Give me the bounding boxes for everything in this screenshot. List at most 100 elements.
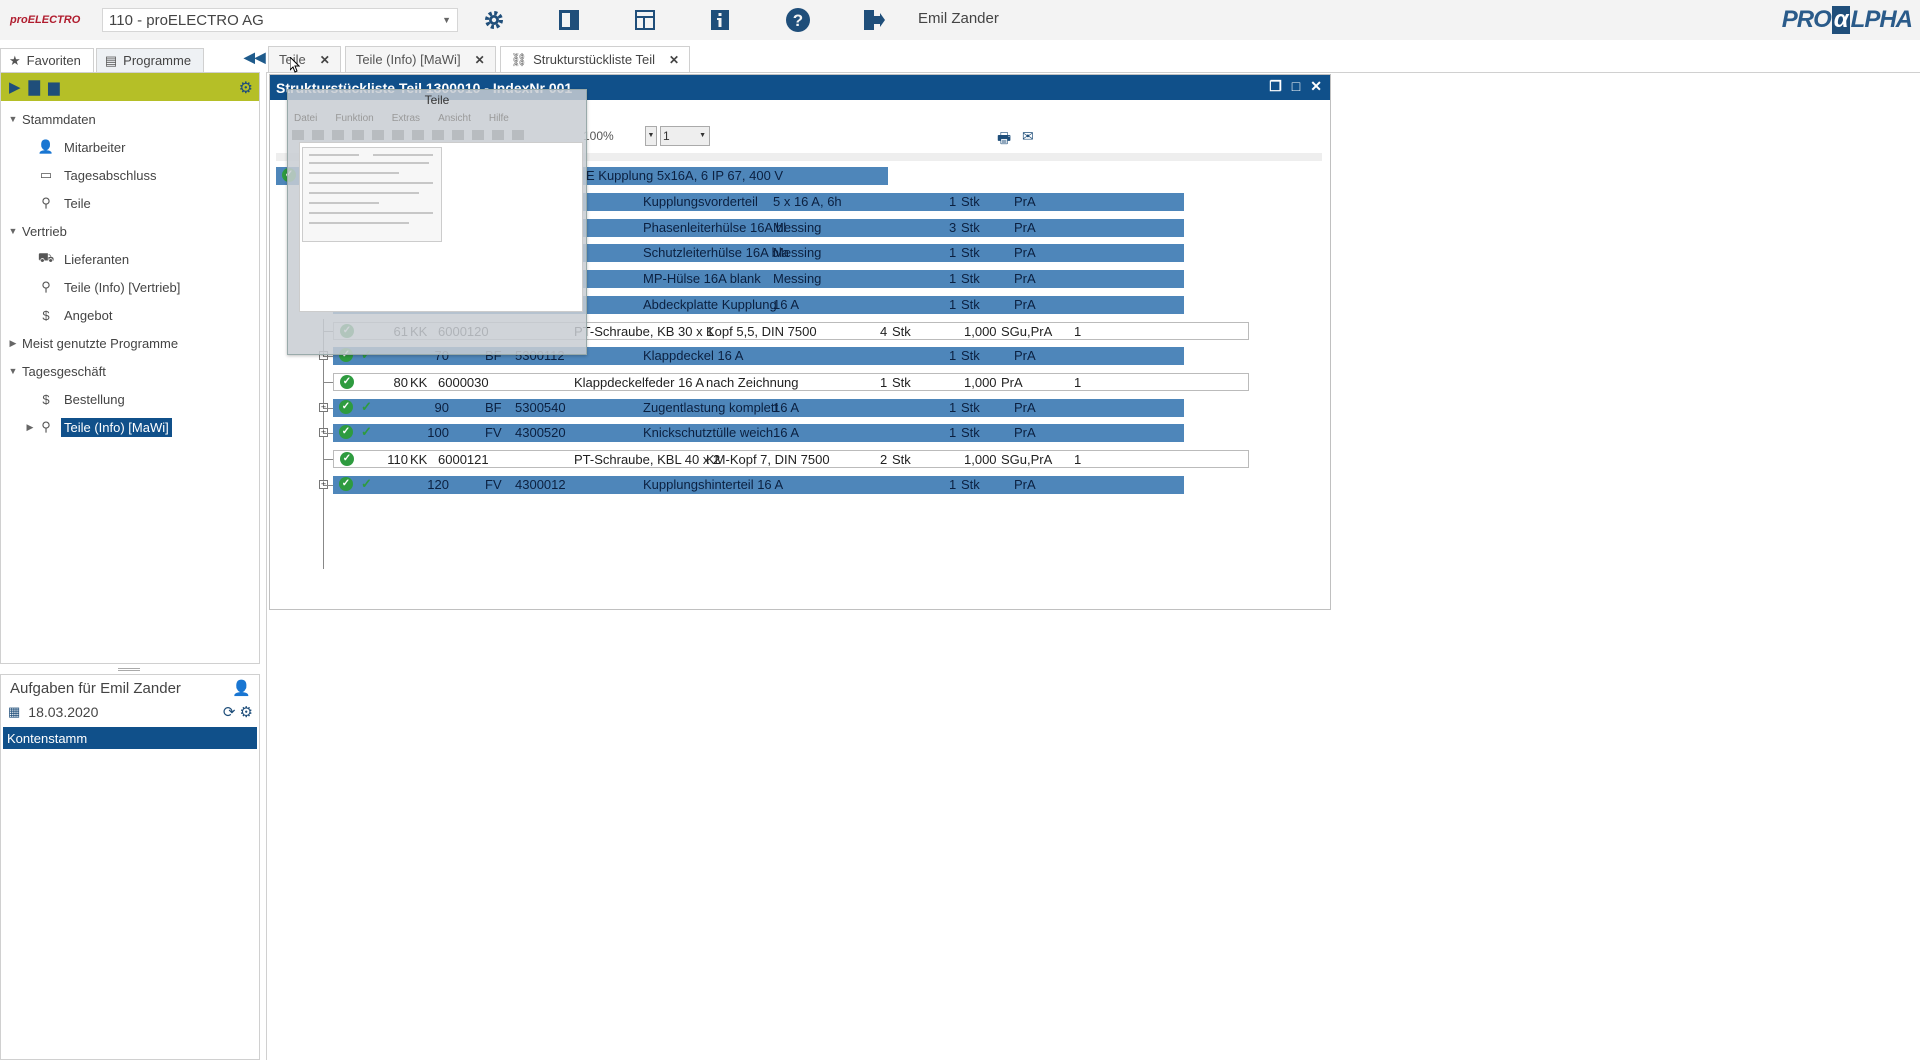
bom-row[interactable]: ✓ 80 KK 6000030 Klappdeckelfeder 16 Anach Ze… <box>333 373 1249 391</box>
user-name: Emil Zander <box>918 10 999 27</box>
bom-cell-nr: 5300540 <box>515 400 566 415</box>
tab-strukturstueckliste[interactable]: ⛓ Strukturstückliste Teil ✕ <box>499 46 691 72</box>
popup-menu-item: Ansicht <box>438 113 471 124</box>
expand-icon[interactable]: ▶ <box>7 338 19 349</box>
tree-item-angebot[interactable]: $ Angebot <box>1 301 259 329</box>
expand-icon[interactable]: ▼ <box>7 226 19 236</box>
calendar-icon[interactable]: ▦ <box>8 704 20 720</box>
tree-group-vertrieb[interactable]: ▼ Vertrieb <box>1 217 259 245</box>
print-icon[interactable]: 🖶 <box>997 128 1011 153</box>
bom-row[interactable]: ✓ ✓ 90 BF 5300540 Zugentlastung komplett 16 A 1… <box>333 399 1184 417</box>
info-icon[interactable] <box>706 6 734 34</box>
company-select-value: 110 - proELECTRO AG <box>109 11 264 29</box>
logout-icon[interactable] <box>859 6 887 34</box>
bom-cell-unit: Stk <box>892 452 911 467</box>
tab-teile-info-mawi[interactable]: Teile (Info) [MaWi] ✕ <box>344 46 496 72</box>
help-icon[interactable]: ? <box>784 6 812 34</box>
popup-title: Teile <box>424 93 450 107</box>
panel-left-icon[interactable] <box>555 6 583 34</box>
tree-group-meist-genutzte[interactable]: ▶ Meist genutzte Programme <box>1 329 259 357</box>
trash-icon[interactable]: ▆ <box>48 78 60 96</box>
tab-programme[interactable]: ▤ Programme <box>95 48 205 72</box>
tab-favoriten[interactable]: ★ Favoriten <box>0 48 94 72</box>
tree-item-teile-info-vertrieb[interactable]: ⚲ Teile (Info) [Vertrieb] <box>1 273 259 301</box>
bom-cell-pos: 110 <box>387 452 408 467</box>
bom-row[interactable]: ✓ 110 KK 6000121 PT-Schraube, KBL 40 x 2 KM-K… <box>333 450 1249 468</box>
close-icon[interactable]: ✕ <box>320 53 330 67</box>
popup-menu-item: Funktion <box>335 113 374 124</box>
tasks-title: Aufgaben für Emil Zander 👤 <box>10 679 251 698</box>
bom-cell-who: PrA <box>1014 245 1036 260</box>
bom-cell-desc: 16 A <box>773 425 800 440</box>
bom-cell-nr: 4300520 <box>515 425 566 440</box>
task-item[interactable]: Kontenstamm <box>3 727 257 749</box>
expand-icon[interactable]: ▶ <box>23 422 37 433</box>
parts-icon: ⚲ <box>41 195 51 210</box>
popup-toolbar <box>292 130 582 142</box>
bom-cell-qty: 1 <box>949 271 957 286</box>
truck-icon: ⛟ <box>37 250 55 265</box>
bom-cell-lvl: 1 <box>1074 324 1082 339</box>
tree-group-tagesgeschaeft[interactable]: ▼ Tagesgeschäft <box>1 357 259 385</box>
collapse-panel-icon[interactable]: ◀◀ <box>244 49 266 66</box>
bom-cell-nr: 4300012 <box>515 477 566 492</box>
taskbar-preview-popup[interactable]: Teile Datei Funktion Extras Ansicht Hilf… <box>287 89 587 355</box>
tree-item-mitarbeiter[interactable]: 👤 Mitarbeiter <box>1 133 259 161</box>
tab-programme-label: Programme <box>123 53 192 68</box>
bom-cell-nr: 6000030 <box>438 375 489 390</box>
status-check-icon: ✓ <box>340 375 354 389</box>
maximize-icon[interactable]: □ <box>1292 78 1300 95</box>
bom-cell-qty: 2 <box>880 452 888 467</box>
panel-splitter[interactable] <box>118 668 140 671</box>
bom-cell-qty: 4 <box>880 324 888 339</box>
new-document-icon[interactable]: ▇ <box>29 78 41 96</box>
bom-cell-desc: 5 x 16 A, 6h <box>773 194 842 209</box>
tree-connector <box>324 382 333 383</box>
bom-row[interactable]: ✓ ✓ 100 FV 4300520 Knickschutztülle weich 16 A… <box>333 424 1184 442</box>
bom-cell-unit: Stk <box>961 194 980 209</box>
mail-icon[interactable]: ✉ <box>1022 128 1034 145</box>
bom-cell-unit: Stk <box>961 220 980 235</box>
restore-icon[interactable]: ❐ <box>1269 78 1282 95</box>
company-select[interactable]: 110 - proELECTRO AG ▼ <box>102 8 458 32</box>
zoom-dropdown[interactable]: ▼ <box>645 126 657 146</box>
close-icon[interactable]: ✕ <box>475 53 485 67</box>
gear-icon[interactable] <box>480 6 508 34</box>
bom-cell-desc: nach Zeichnung <box>706 375 799 390</box>
top-bar: proELECTRO 110 - proELECTRO AG ▼ ? Emil … <box>0 0 1920 40</box>
popup-menu: Datei Funktion Extras Ansicht Hilfe <box>288 113 586 124</box>
close-icon[interactable]: ✕ <box>669 53 679 67</box>
tree-item-bestellung[interactable]: $ Bestellung <box>1 385 259 413</box>
tree-item-teile-info-mawi[interactable]: ▶ ⚲ Teile (Info) [MaWi] <box>1 413 259 441</box>
tree-item-tagesabschluss[interactable]: ▭ Tagesabschluss <box>1 161 259 189</box>
play-icon[interactable]: ▶ <box>9 78 21 96</box>
close-icon[interactable]: ✕ <box>1310 78 1322 95</box>
person-icon[interactable]: 👤 <box>232 679 251 697</box>
expand-icon[interactable]: ▼ <box>7 366 19 376</box>
bom-cell-who: PrA <box>1014 400 1036 415</box>
level-select[interactable]: 1 ▼ <box>660 126 710 146</box>
proalpha-logo: PRO α LPHA <box>1781 6 1913 34</box>
thumbnail-document <box>302 147 442 242</box>
bom-row[interactable]: ✓ ✓ 120 FV 4300012 Kupplungshinterteil 16 A 1S… <box>333 476 1184 494</box>
nav-tabs: ★ Favoriten ▤ Programme <box>0 46 262 72</box>
tree-item-lieferanten[interactable]: ⛟ Lieferanten <box>1 245 259 273</box>
bom-cell-lvl: 1 <box>1074 452 1082 467</box>
tree-group-stammdaten[interactable]: ▼ Stammdaten <box>1 105 259 133</box>
bom-cell-unit: Stk <box>892 375 911 390</box>
tab-teile[interactable]: Teile ✕ <box>268 46 341 72</box>
bom-cell-desc: KM-Kopf 7, DIN 7500 <box>706 452 830 467</box>
settings-gear-icon[interactable]: ⚙ <box>239 78 253 98</box>
release-check-icon: ✓ <box>361 476 372 491</box>
refresh-icon[interactable]: ⟳ ⚙ <box>223 703 253 721</box>
layout-icon[interactable] <box>631 6 659 34</box>
tree-item-teile[interactable]: ⚲ Teile <box>1 189 259 217</box>
expand-icon[interactable]: ▼ <box>7 114 19 124</box>
bom-cell-desc: Messing <box>773 271 822 286</box>
bom-cell-qty: 1 <box>880 375 888 390</box>
bom-cell-unit: Stk <box>961 477 980 492</box>
bom-cell-who: PrA <box>1014 220 1036 235</box>
bom-cell-unit: Stk <box>961 297 980 312</box>
zoom-level: 100% <box>583 129 614 143</box>
bom-cell-qty: 1 <box>949 400 957 415</box>
